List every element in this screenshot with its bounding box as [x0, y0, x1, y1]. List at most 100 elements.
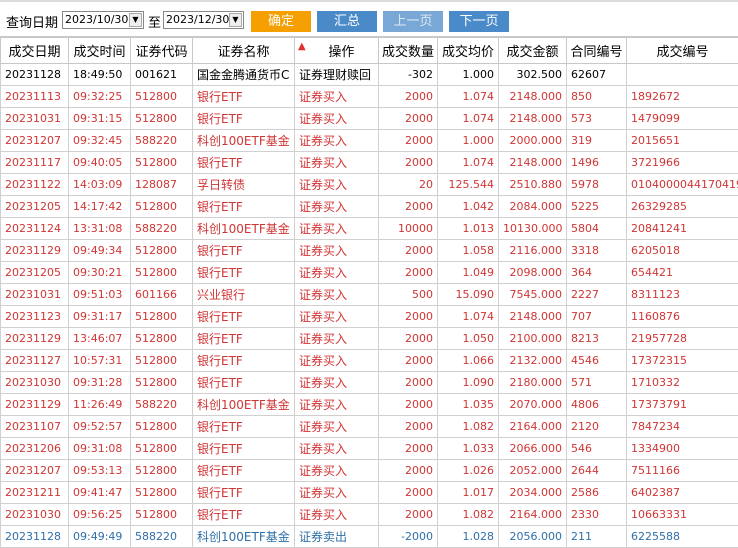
cell-name: 银行ETF [192, 459, 295, 482]
table-row[interactable]: 20231205 09:30:21 512800 银行ETF 证券买入 2000 1.049… [0, 261, 738, 284]
cell-operation: 证券买入 [294, 107, 379, 130]
cell-avg-price: 1.000 [437, 129, 499, 152]
cell-amount: 2132.000 [498, 349, 567, 372]
table-row[interactable]: 20231128 18:49:50 001621 国金金腾通货币C 证券理财赎回 -302… [0, 63, 738, 86]
cell-date: 20231129 [0, 239, 69, 262]
table-row[interactable]: 20231129 09:49:34 512800 银行ETF 证券买入 2000 1.058… [0, 239, 738, 262]
confirm-button[interactable]: 确定 [251, 11, 311, 32]
table-row[interactable]: 20231113 09:32:25 512800 银行ETF 证券买入 2000 1.074… [0, 85, 738, 108]
cell-code: 512800 [130, 85, 193, 108]
table-row[interactable]: 20231122 14:03:09 128087 孚日转债 证券买入 20 125.544 2… [0, 173, 738, 196]
cell-time: 09:32:25 [68, 85, 131, 108]
cell-code: 512800 [130, 107, 193, 130]
cell-amount: 2148.000 [498, 107, 567, 130]
cell-operation: 证券买入 [294, 305, 379, 328]
cell-amount: 2084.000 [498, 195, 567, 218]
trade-table: 成交日期 成交时间 证券代码 证券名称 ▲ 操作 成交数量 成交均价 成交金额 合同编号 成交编号 … [0, 37, 738, 548]
column-header-operation[interactable]: ▲ 操作 [294, 37, 379, 64]
table-row[interactable]: 20231031 09:51:03 601166 兴业银行 证券买入 500 15.090 7… [0, 283, 738, 306]
prev-page-button[interactable]: 上一页 [383, 11, 443, 32]
table-row[interactable]: 20231207 09:32:45 588220 科创100ETF基金 证券买入 2000… [0, 129, 738, 152]
cell-code: 001621 [130, 63, 193, 86]
cell-quantity: -302 [378, 63, 438, 86]
cell-contract-no: 2120 [566, 415, 627, 438]
cell-contract-no: 2330 [566, 503, 627, 526]
table-row[interactable]: 20231207 09:53:13 512800 银行ETF 证券买入 2000 1.026… [0, 459, 738, 482]
table-row[interactable]: 20231129 11:26:49 588220 科创100ETF基金 证券买入 2000… [0, 393, 738, 416]
cell-contract-no: 2644 [566, 459, 627, 482]
start-date-select[interactable]: 2023/10/30 ▼ [62, 11, 144, 29]
cell-quantity: 500 [378, 283, 438, 306]
table-row[interactable]: 20231205 14:17:42 512800 银行ETF 证券买入 2000 1.042… [0, 195, 738, 218]
cell-contract-no: 1496 [566, 151, 627, 174]
cell-date: 20231107 [0, 415, 69, 438]
cell-deal-no: 2015651 [626, 129, 738, 152]
cell-name: 科创100ETF基金 [192, 525, 295, 548]
column-header-time[interactable]: 成交时间 [68, 37, 131, 64]
cell-code: 512800 [130, 371, 193, 394]
query-date-label: 查询日期 [6, 16, 59, 31]
cell-date: 20231128 [0, 525, 69, 548]
chevron-down-icon[interactable]: ▼ [129, 13, 142, 27]
cell-amount: 2148.000 [498, 151, 567, 174]
table-row[interactable]: 20231129 13:46:07 512800 银行ETF 证券买入 2000 1.050… [0, 327, 738, 350]
table-row[interactable]: 20231123 09:31:17 512800 银行ETF 证券买入 2000 1.074… [0, 305, 738, 328]
cell-avg-price: 125.544 [437, 173, 499, 196]
end-date-select[interactable]: 2023/12/30 ▼ [163, 11, 244, 29]
column-header-quantity[interactable]: 成交数量 [378, 37, 438, 64]
table-row[interactable]: 20231031 09:31:15 512800 银行ETF 证券买入 2000 1.074… [0, 107, 738, 130]
cell-date: 20231127 [0, 349, 69, 372]
column-header-amount[interactable]: 成交金额 [498, 37, 567, 64]
cell-deal-no [626, 63, 738, 86]
column-header-avg-price[interactable]: 成交均价 [437, 37, 499, 64]
column-header-label: 成交数量 [381, 45, 434, 60]
cell-contract-no: 364 [566, 261, 627, 284]
summary-button[interactable]: 汇总 [317, 11, 377, 32]
cell-code: 512800 [130, 437, 193, 460]
table-row[interactable]: 20231107 09:52:57 512800 银行ETF 证券买入 2000 1.082… [0, 415, 738, 438]
cell-contract-no: 573 [566, 107, 627, 130]
table-row[interactable]: 20231030 09:56:25 512800 银行ETF 证券买入 2000 1.082… [0, 503, 738, 526]
column-header-date[interactable]: 成交日期 [0, 37, 69, 64]
column-header-label: 成交时间 [73, 45, 126, 60]
cell-name: 银行ETF [192, 327, 295, 350]
table-row[interactable]: 20231117 09:40:05 512800 银行ETF 证券买入 2000 1.074… [0, 151, 738, 174]
column-header-label: 成交日期 [8, 45, 61, 60]
table-row[interactable]: 20231128 09:49:49 588220 科创100ETF基金 证券卖出 -200… [0, 525, 738, 548]
cell-avg-price: 1.082 [437, 503, 499, 526]
cell-avg-price: 15.090 [437, 283, 499, 306]
cell-name: 银行ETF [192, 371, 295, 394]
chevron-down-icon[interactable]: ▼ [229, 13, 242, 27]
cell-time: 09:31:28 [68, 371, 131, 394]
cell-avg-price: 1.013 [437, 217, 499, 240]
table-row[interactable]: 20231124 13:31:08 588220 科创100ETF基金 证券买入 1000… [0, 217, 738, 240]
table-row[interactable]: 20231206 09:31:08 512800 银行ETF 证券买入 2000 1.033… [0, 437, 738, 460]
column-header-deal-no[interactable]: 成交编号 [626, 37, 738, 64]
cell-code: 588220 [130, 129, 193, 152]
column-header-label: 合同编号 [570, 45, 623, 60]
cell-name: 银行ETF [192, 503, 295, 526]
cell-contract-no: 4546 [566, 349, 627, 372]
cell-name: 银行ETF [192, 415, 295, 438]
cell-deal-no: 26329285 [626, 195, 738, 218]
cell-date: 20231123 [0, 305, 69, 328]
cell-deal-no: 10663331 [626, 503, 738, 526]
cell-operation: 证券买入 [294, 371, 379, 394]
table-row[interactable]: 20231211 09:41:47 512800 银行ETF 证券买入 2000 1.017… [0, 481, 738, 504]
next-page-button[interactable]: 下一页 [449, 11, 509, 32]
column-header-code[interactable]: 证券代码 [130, 37, 193, 64]
cell-amount: 2164.000 [498, 503, 567, 526]
cell-time: 09:41:47 [68, 481, 131, 504]
cell-quantity: 2000 [378, 151, 438, 174]
table-row[interactable]: 20231127 10:57:31 512800 银行ETF 证券买入 2000 1.066… [0, 349, 738, 372]
column-header-contract-no[interactable]: 合同编号 [566, 37, 627, 64]
cell-name: 国金金腾通货币C [192, 63, 295, 86]
cell-date: 20231031 [0, 107, 69, 130]
column-header-name[interactable]: 证券名称 [192, 37, 295, 64]
cell-time: 10:57:31 [68, 349, 131, 372]
table-row[interactable]: 20231030 09:31:28 512800 银行ETF 证券买入 2000 1.090… [0, 371, 738, 394]
cell-date: 20231030 [0, 503, 69, 526]
cell-code: 588220 [130, 393, 193, 416]
cell-deal-no: 1334900 [626, 437, 738, 460]
cell-contract-no: 319 [566, 129, 627, 152]
